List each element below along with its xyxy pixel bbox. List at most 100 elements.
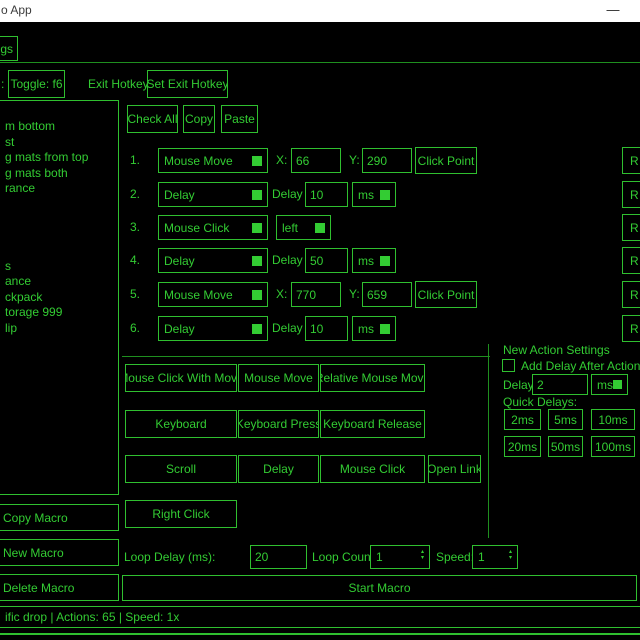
add-mouse-move-button[interactable]: Mouse Move <box>238 364 319 392</box>
copy-actions-button[interactable]: Copy <box>183 105 215 133</box>
click-point-button[interactable]: Click Point <box>415 281 477 308</box>
action-type-dropdown[interactable]: Delay <box>158 316 268 341</box>
toggle-hotkey-button-label: Toggle: f6 <box>10 77 62 91</box>
window-title: o App <box>1 3 32 17</box>
action-type-dropdown[interactable]: Mouse Move <box>158 148 268 173</box>
action-type-value: Mouse Move <box>164 154 233 168</box>
add-scroll-button[interactable]: Scroll <box>125 455 237 483</box>
paste-actions-button[interactable]: Paste <box>221 105 258 133</box>
click-point-button[interactable]: Click Point <box>415 147 477 174</box>
remove-action-label: R <box>630 221 639 235</box>
add-keyboard-press-button[interactable]: Keyboard Press <box>238 410 319 438</box>
action-row: 6. Delay Delay ms R <box>0 315 640 342</box>
delay-input[interactable] <box>305 182 348 207</box>
dropdown-arrow-icon <box>380 256 390 266</box>
dropdown-arrow-icon <box>252 190 262 200</box>
action-number: 1. <box>130 147 140 174</box>
new-macro-button[interactable]: New Macro <box>0 539 119 566</box>
delay-input[interactable] <box>305 248 348 273</box>
remove-action-label: R <box>630 288 639 302</box>
button-label: Mouse Move <box>244 371 313 385</box>
toggle-hotkey-button[interactable]: Toggle: f6 <box>8 70 65 98</box>
dropdown-arrow-icon <box>252 223 262 233</box>
remove-action-button[interactable]: R <box>622 247 640 274</box>
action-type-value: Mouse Move <box>164 288 233 302</box>
delay-unit-value: ms <box>358 322 374 336</box>
button-label: 2ms <box>511 413 534 427</box>
remove-action-button[interactable]: R <box>622 181 640 208</box>
add-delay-after-action-checkbox[interactable] <box>502 359 515 372</box>
quick-delay-20ms-button[interactable]: 20ms <box>504 436 541 457</box>
button-label: Keyboard Press <box>238 417 319 431</box>
quick-delay-10ms-button[interactable]: 10ms <box>591 409 635 430</box>
delay-input[interactable] <box>305 316 348 341</box>
action-type-dropdown[interactable]: Mouse Click <box>158 215 268 240</box>
copy-macro-label: Copy Macro <box>3 511 68 525</box>
settings-menu-button[interactable]: gs <box>0 36 18 61</box>
action-type-dropdown[interactable]: Delay <box>158 182 268 207</box>
button-label: Mouse Click With Move <box>125 371 237 385</box>
settings-left-divider <box>488 344 489 538</box>
minimize-button[interactable]: — <box>596 0 630 22</box>
add-keyboard-button[interactable]: Keyboard <box>125 410 237 438</box>
set-exit-hotkey-button[interactable]: Set Exit Hotkey <box>147 70 228 98</box>
dropdown-arrow-icon <box>613 380 622 389</box>
speed-spinner[interactable]: 1 ▴▾ <box>472 545 518 569</box>
settings-menu-label: gs <box>0 42 13 56</box>
copy-macro-button[interactable]: Copy Macro <box>0 504 119 531</box>
speed-value: 1 <box>478 550 485 564</box>
button-label: 100ms <box>595 440 631 454</box>
add-delay-button[interactable]: Delay <box>238 455 319 483</box>
check-all-button[interactable]: Check All <box>127 105 178 133</box>
remove-action-button[interactable]: R <box>622 214 640 241</box>
loop-delay-input[interactable] <box>250 545 307 569</box>
delay-unit-dropdown[interactable]: ms <box>352 182 396 207</box>
action-number: 5. <box>130 281 140 308</box>
paste-actions-label: Paste <box>224 112 255 126</box>
add-keyboard-release-button[interactable]: Keyboard Release <box>320 410 425 438</box>
x-input[interactable] <box>291 282 341 307</box>
y-input[interactable] <box>362 282 412 307</box>
add-mouse-click-with-move-button[interactable]: Mouse Click With Move <box>125 364 237 392</box>
nas-unit-value: ms <box>597 378 613 392</box>
new-macro-label: New Macro <box>3 546 64 560</box>
add-delay-after-action-label: Add Delay After Action <box>521 359 640 373</box>
quick-delay-50ms-button[interactable]: 50ms <box>548 436 583 457</box>
quick-delay-5ms-button[interactable]: 5ms <box>548 409 583 430</box>
add-relative-mouse-move-button[interactable]: Relative Mouse Move <box>320 364 425 392</box>
nas-unit-dropdown[interactable]: ms <box>591 374 628 395</box>
x-input[interactable] <box>291 148 341 173</box>
button-label: 10ms <box>598 413 627 427</box>
delay-label: Delay <box>272 181 303 208</box>
add-open-link-button[interactable]: Open Link <box>428 455 481 483</box>
remove-action-button[interactable]: R <box>622 147 640 174</box>
action-type-dropdown[interactable]: Delay <box>158 248 268 273</box>
remove-action-button[interactable]: R <box>622 315 640 342</box>
spinner-arrows-icon[interactable]: ▴▾ <box>421 549 424 561</box>
quick-delay-2ms-button[interactable]: 2ms <box>504 409 541 430</box>
start-macro-button[interactable]: Start Macro <box>122 575 637 601</box>
remove-action-button[interactable]: R <box>622 281 640 308</box>
delete-macro-label: Delete Macro <box>3 581 74 595</box>
speed-label: Speed: <box>436 550 474 564</box>
action-type-dropdown[interactable]: Mouse Move <box>158 282 268 307</box>
loop-count-spinner[interactable]: 1 ▴▾ <box>370 545 430 569</box>
add-right-click-button[interactable]: Right Click <box>125 500 237 528</box>
y-input[interactable] <box>362 148 412 173</box>
delete-macro-button[interactable]: Delete Macro <box>0 574 119 601</box>
nas-delay-input[interactable] <box>532 374 588 395</box>
quick-delay-100ms-button[interactable]: 100ms <box>591 436 635 457</box>
spinner-arrows-icon[interactable]: ▴▾ <box>509 549 512 561</box>
delay-unit-dropdown[interactable]: ms <box>352 316 396 341</box>
button-label: Delay <box>263 462 294 476</box>
dropdown-arrow-icon <box>315 223 325 233</box>
mouse-button-dropdown[interactable]: left <box>276 215 331 240</box>
macro-list-item[interactable]: m bottom <box>0 119 118 135</box>
action-type-value: Mouse Click <box>164 221 229 235</box>
delay-unit-dropdown[interactable]: ms <box>352 248 396 273</box>
action-type-value: Delay <box>164 254 195 268</box>
action-number: 6. <box>130 315 140 342</box>
add-mouse-click-button[interactable]: Mouse Click <box>320 455 425 483</box>
remove-action-label: R <box>630 322 639 336</box>
delay-label: Delay <box>272 247 303 274</box>
